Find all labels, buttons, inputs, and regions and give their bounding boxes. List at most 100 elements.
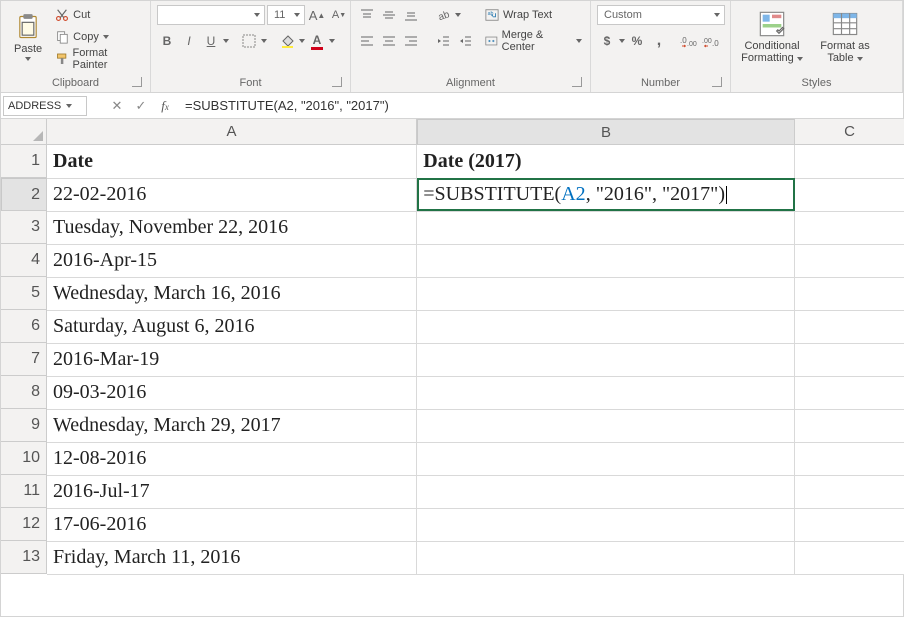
row-header[interactable]: 12 xyxy=(1,508,47,541)
cell-C5[interactable] xyxy=(795,277,904,310)
number-format-select[interactable] xyxy=(597,5,725,25)
fill-color-button[interactable] xyxy=(277,31,297,51)
select-all-button[interactable] xyxy=(1,119,47,145)
cell-A11[interactable]: 2016-Jul-17 xyxy=(47,475,417,508)
cell-B13[interactable] xyxy=(417,541,795,574)
dialog-launcher-icon[interactable] xyxy=(132,77,142,87)
align-middle-button[interactable] xyxy=(379,5,399,25)
conditional-formatting-button[interactable]: ConditionalFormatting xyxy=(737,5,807,69)
copy-button[interactable]: Copy xyxy=(53,27,144,47)
accounting-format-button[interactable]: $ xyxy=(597,31,617,51)
paste-button[interactable]: Paste xyxy=(7,5,49,69)
cell-B8[interactable] xyxy=(417,376,795,409)
cell-C10[interactable] xyxy=(795,442,904,475)
cell-B3[interactable] xyxy=(417,211,795,244)
formula-input[interactable] xyxy=(177,97,903,114)
cell-A7[interactable]: 2016-Mar-19 xyxy=(47,343,417,376)
cell-B7[interactable] xyxy=(417,343,795,376)
cell-B1[interactable]: Date (2017) xyxy=(417,145,795,178)
cell-C1[interactable] xyxy=(795,145,904,178)
align-top-button[interactable] xyxy=(357,5,377,25)
orientation-button[interactable]: ab xyxy=(433,5,453,25)
merge-center-button[interactable]: Merge & Center xyxy=(483,31,584,51)
cell-A5[interactable]: Wednesday, March 16, 2016 xyxy=(47,277,417,310)
row-header[interactable]: 4 xyxy=(1,244,47,277)
align-right-button[interactable] xyxy=(401,31,421,51)
cell-A12[interactable]: 17-06-2016 xyxy=(47,508,417,541)
column-header-c[interactable]: C xyxy=(795,119,904,145)
cell-B6[interactable] xyxy=(417,310,795,343)
chevron-down-icon[interactable] xyxy=(66,104,72,108)
row-header[interactable]: 7 xyxy=(1,343,47,376)
format-painter-button[interactable]: Format Painter xyxy=(53,49,144,69)
align-center-button[interactable] xyxy=(379,31,399,51)
cell-A6[interactable]: Saturday, August 6, 2016 xyxy=(47,310,417,343)
dialog-launcher-icon[interactable] xyxy=(712,77,722,87)
insert-function-button[interactable]: fx xyxy=(153,98,177,114)
cell-B10[interactable] xyxy=(417,442,795,475)
chevron-down-icon[interactable] xyxy=(223,39,229,43)
bold-button[interactable]: B xyxy=(157,31,177,51)
font-size-select[interactable] xyxy=(267,5,305,25)
chevron-down-icon[interactable] xyxy=(455,13,461,17)
cell-A9[interactable]: Wednesday, March 29, 2017 xyxy=(47,409,417,442)
cell-B12[interactable] xyxy=(417,508,795,541)
decrease-decimal-button[interactable]: .00.0 xyxy=(701,31,721,51)
decrease-font-button[interactable]: A▼ xyxy=(329,5,349,25)
align-left-button[interactable] xyxy=(357,31,377,51)
cell-C4[interactable] xyxy=(795,244,904,277)
comma-format-button[interactable]: , xyxy=(649,31,669,51)
increase-decimal-button[interactable]: .0.00 xyxy=(679,31,699,51)
font-name-select[interactable] xyxy=(157,5,265,25)
row-header[interactable]: 11 xyxy=(1,475,47,508)
dialog-launcher-icon[interactable] xyxy=(332,77,342,87)
cell-C3[interactable] xyxy=(795,211,904,244)
cell-A10[interactable]: 12-08-2016 xyxy=(47,442,417,475)
row-header[interactable]: 3 xyxy=(1,211,47,244)
italic-button[interactable]: I xyxy=(179,31,199,51)
enter-formula-button[interactable]: ✓ xyxy=(129,98,153,114)
cell-C12[interactable] xyxy=(795,508,904,541)
name-box[interactable] xyxy=(3,96,87,116)
cell-B9[interactable] xyxy=(417,409,795,442)
cell-C8[interactable] xyxy=(795,376,904,409)
chevron-down-icon[interactable] xyxy=(619,39,625,43)
increase-font-button[interactable]: A▲ xyxy=(307,5,327,25)
cut-button[interactable]: Cut xyxy=(53,5,144,25)
dialog-launcher-icon[interactable] xyxy=(572,77,582,87)
chevron-down-icon[interactable] xyxy=(329,39,335,43)
cell-C11[interactable] xyxy=(795,475,904,508)
border-button[interactable] xyxy=(239,31,259,51)
row-header[interactable]: 5 xyxy=(1,277,47,310)
cell-C6[interactable] xyxy=(795,310,904,343)
cell-A13[interactable]: Friday, March 11, 2016 xyxy=(47,541,417,574)
wrap-text-button[interactable]: ab Wrap Text xyxy=(483,5,584,25)
cell-B2[interactable]: =SUBSTITUTE(A2, "2016", "2017") xyxy=(417,178,795,211)
underline-button[interactable]: U xyxy=(201,31,221,51)
row-header[interactable]: 10 xyxy=(1,442,47,475)
cell-B5[interactable] xyxy=(417,277,795,310)
format-as-table-button[interactable]: Format asTable xyxy=(815,5,875,69)
cell-C13[interactable] xyxy=(795,541,904,574)
chevron-down-icon[interactable] xyxy=(261,39,267,43)
align-bottom-button[interactable] xyxy=(401,5,421,25)
cell-A3[interactable]: Tuesday, November 22, 2016 xyxy=(47,211,417,244)
row-header[interactable]: 9 xyxy=(1,409,47,442)
cell-C7[interactable] xyxy=(795,343,904,376)
cancel-formula-button[interactable]: ✕ xyxy=(105,98,129,114)
column-header-a[interactable]: A xyxy=(47,119,417,145)
row-header[interactable]: 1 xyxy=(1,145,47,178)
row-header[interactable]: 2 xyxy=(1,178,47,211)
cell-C2[interactable] xyxy=(795,178,904,211)
row-header[interactable]: 13 xyxy=(1,541,47,574)
percent-format-button[interactable]: % xyxy=(627,31,647,51)
cell-B4[interactable] xyxy=(417,244,795,277)
cell-A1[interactable]: Date xyxy=(47,145,417,178)
cell-A4[interactable]: 2016-Apr-15 xyxy=(47,244,417,277)
font-size-input[interactable] xyxy=(272,7,290,23)
decrease-indent-button[interactable] xyxy=(433,31,453,51)
number-format-input[interactable] xyxy=(602,7,710,23)
cell-B11[interactable] xyxy=(417,475,795,508)
chevron-down-icon[interactable] xyxy=(299,39,305,43)
column-header-b[interactable]: B xyxy=(417,119,795,145)
